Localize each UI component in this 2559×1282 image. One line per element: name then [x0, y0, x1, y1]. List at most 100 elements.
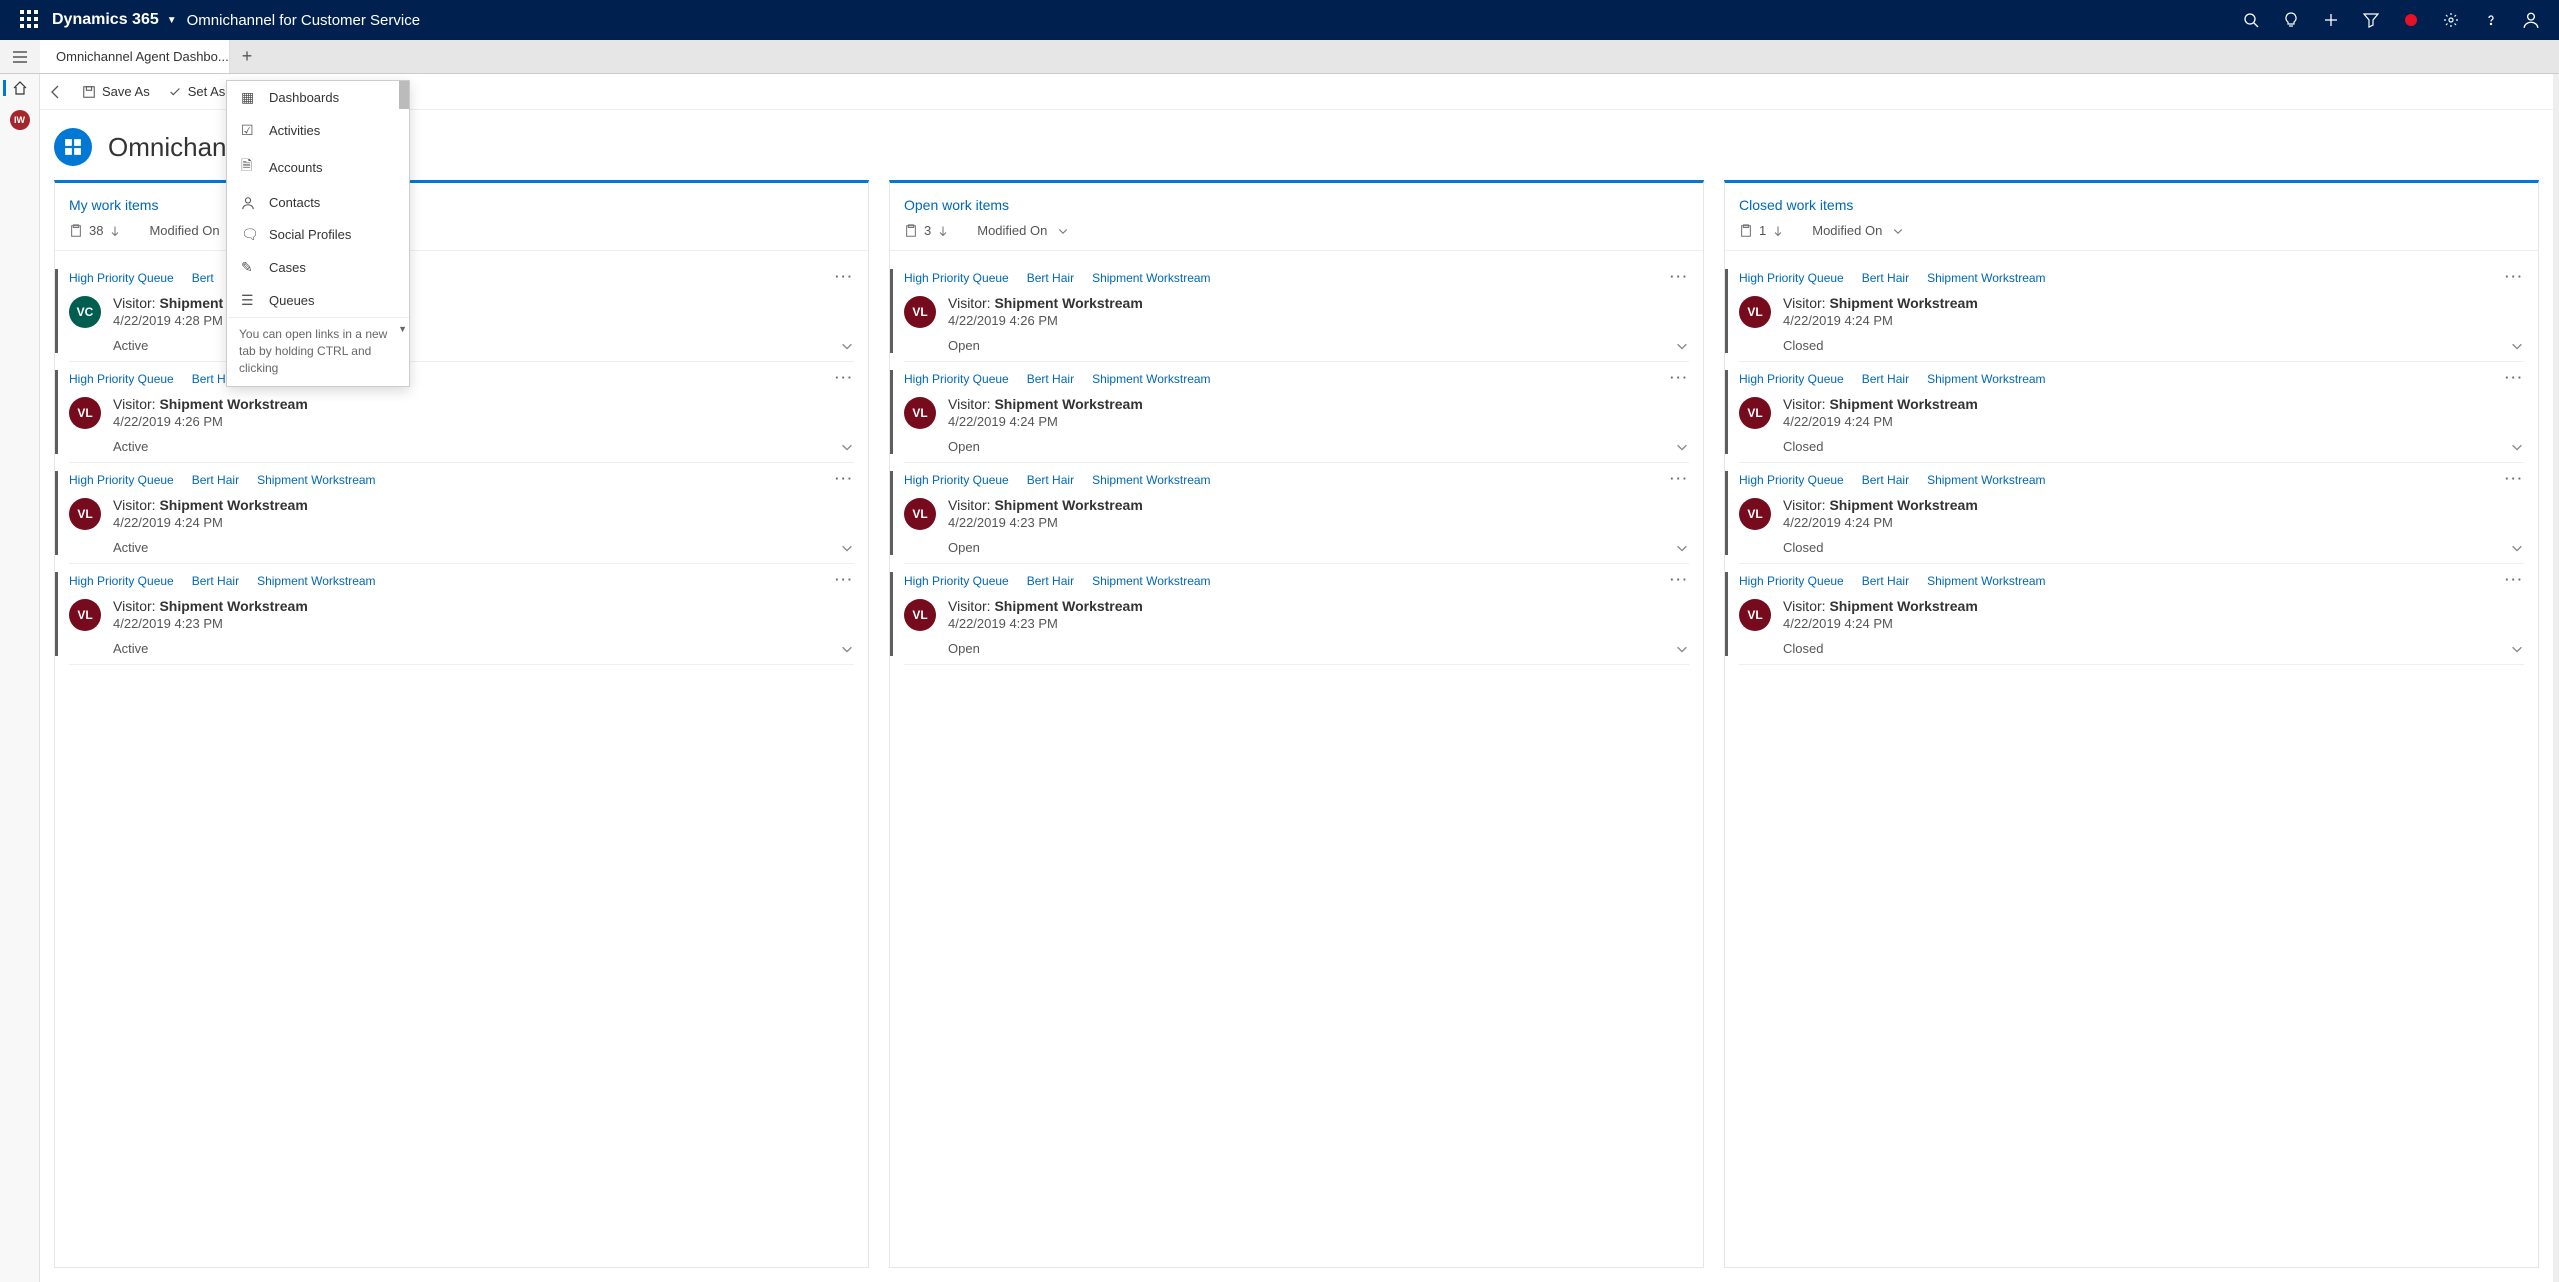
agent-link[interactable]: Bert Hair: [1862, 372, 1909, 386]
more-icon[interactable]: ···: [2505, 370, 2524, 385]
filter-icon[interactable]: [2351, 0, 2391, 40]
dropdown-item-activities[interactable]: ☑Activities: [227, 114, 409, 147]
sort-label[interactable]: Modified On: [149, 223, 219, 238]
chevron-down-icon[interactable]: [840, 642, 854, 656]
home-icon[interactable]: [3, 80, 28, 96]
chevron-down-icon[interactable]: ▼: [398, 324, 407, 334]
chevron-down-icon[interactable]: [1057, 225, 1069, 237]
recording-dot-icon[interactable]: [2391, 0, 2431, 40]
stream-link[interactable]: Shipment Workstream: [1927, 372, 2045, 386]
more-icon[interactable]: ···: [835, 471, 854, 486]
queue-link[interactable]: High Priority Queue: [904, 372, 1009, 386]
dropdown-item-cases[interactable]: ✎Cases: [227, 251, 409, 284]
agent-link[interactable]: Bert Hair: [192, 574, 239, 588]
chevron-down-icon[interactable]: [1675, 642, 1689, 656]
more-icon[interactable]: ···: [2505, 269, 2524, 284]
work-item-card[interactable]: High Priority Queue Bert Hair Shipment W…: [69, 463, 854, 564]
work-item-card[interactable]: High Priority Queue Bert Hair Shipment W…: [1739, 564, 2524, 665]
work-item-card[interactable]: High Priority Queue Bert Hair Shipment W…: [1739, 362, 2524, 463]
tab-add-button[interactable]: +: [230, 40, 264, 73]
dropdown-item-accounts[interactable]: 🗎Accounts: [227, 147, 409, 187]
queue-link[interactable]: High Priority Queue: [1739, 372, 1844, 386]
chevron-down-icon[interactable]: [840, 440, 854, 454]
work-item-card[interactable]: High Priority Queue Bert Hair Shipment W…: [904, 362, 1689, 463]
scrollbar[interactable]: [399, 81, 409, 109]
agent-link[interactable]: Bert Hair: [1027, 372, 1074, 386]
chevron-down-icon[interactable]: [2510, 440, 2524, 454]
more-icon[interactable]: ···: [835, 572, 854, 587]
stream-link[interactable]: Shipment Workstream: [1092, 574, 1210, 588]
queue-link[interactable]: High Priority Queue: [69, 271, 174, 285]
agent-link[interactable]: Bert: [192, 271, 214, 285]
stream-link[interactable]: Shipment Workstream: [257, 473, 375, 487]
more-icon[interactable]: ···: [2505, 471, 2524, 486]
stream-link[interactable]: Shipment Workstream: [257, 574, 375, 588]
more-icon[interactable]: ···: [2505, 572, 2524, 587]
app-launcher-icon[interactable]: [20, 10, 40, 30]
lightbulb-icon[interactable]: [2271, 0, 2311, 40]
agent-link[interactable]: Bert Hair: [1027, 271, 1074, 285]
sort-label[interactable]: Modified On: [977, 223, 1047, 238]
queue-link[interactable]: High Priority Queue: [1739, 271, 1844, 285]
work-item-card[interactable]: High Priority Queue Bert Hair Shipment W…: [69, 564, 854, 665]
more-icon[interactable]: ···: [1670, 471, 1689, 486]
queue-link[interactable]: High Priority Queue: [69, 574, 174, 588]
chevron-down-icon[interactable]: [1892, 225, 1904, 237]
queue-link[interactable]: High Priority Queue: [904, 574, 1009, 588]
tab-dashboard[interactable]: Omnichannel Agent Dashbo...: [40, 40, 230, 73]
queue-link[interactable]: High Priority Queue: [904, 473, 1009, 487]
queue-link[interactable]: High Priority Queue: [69, 473, 174, 487]
plus-icon[interactable]: [2311, 0, 2351, 40]
queue-link[interactable]: High Priority Queue: [1739, 473, 1844, 487]
stream-link[interactable]: Shipment Workstream: [1927, 473, 2045, 487]
save-as-button[interactable]: Save As: [82, 84, 150, 99]
dropdown-item-dashboards[interactable]: ▦Dashboards: [227, 81, 409, 114]
chevron-down-icon[interactable]: [840, 339, 854, 353]
work-item-card[interactable]: High Priority Queue Bert Hair Shipment W…: [904, 261, 1689, 362]
work-item-card[interactable]: High Priority Queue Bert ··· VC Visitor:…: [69, 261, 854, 362]
chevron-down-icon[interactable]: [2510, 541, 2524, 555]
agent-link[interactable]: Bert Hair: [192, 473, 239, 487]
back-button[interactable]: [48, 84, 64, 100]
chevron-down-icon[interactable]: [840, 541, 854, 555]
work-item-card[interactable]: High Priority Queue Bert Hair Shipment W…: [69, 362, 854, 463]
work-item-card[interactable]: High Priority Queue Bert Hair Shipment W…: [904, 564, 1689, 665]
agent-link[interactable]: Bert Hair: [1862, 473, 1909, 487]
chevron-down-icon[interactable]: [2510, 339, 2524, 353]
work-item-card[interactable]: High Priority Queue Bert Hair Shipment W…: [1739, 463, 2524, 564]
agent-link[interactable]: Bert Hair: [1862, 271, 1909, 285]
stream-link[interactable]: Shipment Workstream: [1092, 271, 1210, 285]
dropdown-item-contacts[interactable]: Contacts: [227, 187, 409, 218]
work-item-card[interactable]: High Priority Queue Bert Hair Shipment W…: [904, 463, 1689, 564]
chevron-down-icon[interactable]: [1675, 541, 1689, 555]
queue-link[interactable]: High Priority Queue: [1739, 574, 1844, 588]
queue-link[interactable]: High Priority Queue: [69, 372, 174, 386]
queue-link[interactable]: High Priority Queue: [904, 271, 1009, 285]
sort-label[interactable]: Modified On: [1812, 223, 1882, 238]
gear-icon[interactable]: [2431, 0, 2471, 40]
stream-link[interactable]: Shipment Workstream: [1092, 372, 1210, 386]
work-item-card[interactable]: High Priority Queue Bert Hair Shipment W…: [1739, 261, 2524, 362]
chevron-down-icon[interactable]: [1675, 339, 1689, 353]
dropdown-item-queues[interactable]: ☰Queues: [227, 284, 409, 317]
more-icon[interactable]: ···: [835, 370, 854, 385]
more-icon[interactable]: ···: [1670, 269, 1689, 284]
help-icon[interactable]: [2471, 0, 2511, 40]
stream-link[interactable]: Shipment Workstream: [1092, 473, 1210, 487]
scrollbar[interactable]: [2553, 74, 2559, 1282]
more-icon[interactable]: ···: [1670, 572, 1689, 587]
chevron-down-icon[interactable]: ▼: [167, 15, 177, 26]
user-icon[interactable]: [2511, 0, 2551, 40]
agent-link[interactable]: Bert Hair: [1027, 473, 1074, 487]
agent-link[interactable]: Bert Hair: [1862, 574, 1909, 588]
dropdown-item-social[interactable]: 🗨Social Profiles: [227, 218, 409, 251]
agent-link[interactable]: Bert Hair: [1027, 574, 1074, 588]
chevron-down-icon[interactable]: [2510, 642, 2524, 656]
more-icon[interactable]: ···: [1670, 370, 1689, 385]
chevron-down-icon[interactable]: [1675, 440, 1689, 454]
presence-avatar[interactable]: IW: [10, 110, 30, 130]
sort-arrow-icon[interactable]: [1772, 225, 1784, 237]
sort-arrow-icon[interactable]: [937, 225, 949, 237]
stream-link[interactable]: Shipment Workstream: [1927, 574, 2045, 588]
sort-arrow-icon[interactable]: [109, 225, 121, 237]
